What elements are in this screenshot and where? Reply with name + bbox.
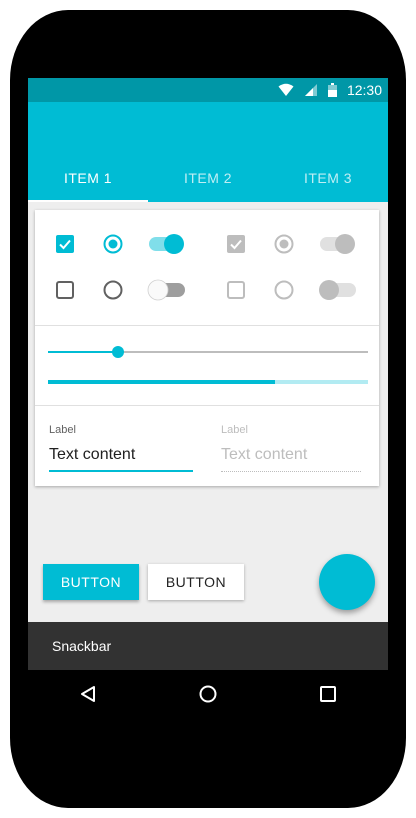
radio-checked[interactable] bbox=[103, 234, 123, 254]
card-divider bbox=[35, 405, 379, 406]
floating-action-button[interactable] bbox=[319, 554, 375, 610]
progress-bar bbox=[48, 380, 368, 384]
battery-icon bbox=[327, 83, 337, 97]
text-field-disabled-underline bbox=[221, 471, 361, 472]
progress-indicator bbox=[48, 380, 275, 384]
back-button[interactable] bbox=[64, 670, 112, 718]
controls-card: Label Text content Label Text content bbox=[35, 210, 379, 486]
home-icon bbox=[199, 685, 217, 703]
text-field-disabled: Text content bbox=[221, 446, 308, 463]
back-icon bbox=[81, 686, 95, 702]
status-bar: 12:30 bbox=[28, 78, 388, 102]
text-field-disabled-label: Label bbox=[221, 424, 248, 436]
home-button[interactable] bbox=[184, 670, 232, 718]
flat-button[interactable]: BUTTON bbox=[148, 564, 244, 600]
radio-checked-disabled bbox=[274, 234, 294, 254]
tab-item-2[interactable]: ITEM 2 bbox=[148, 154, 268, 202]
cell-signal-icon bbox=[304, 84, 317, 96]
card-divider bbox=[35, 325, 379, 326]
radio-unchecked[interactable] bbox=[103, 280, 123, 300]
raised-button[interactable]: BUTTON bbox=[43, 564, 139, 600]
status-time: 12:30 bbox=[346, 82, 382, 98]
text-field-label: Label bbox=[49, 424, 76, 436]
wifi-icon bbox=[278, 83, 294, 96]
tab-item-3[interactable]: ITEM 3 bbox=[268, 154, 388, 202]
text-field-underline bbox=[49, 470, 193, 472]
tab-item-1[interactable]: ITEM 1 bbox=[28, 154, 148, 202]
checkbox-checked[interactable] bbox=[56, 235, 74, 253]
radio-unchecked-disabled bbox=[274, 280, 294, 300]
text-field[interactable]: Text content bbox=[49, 446, 135, 464]
snackbar-text: Snackbar bbox=[52, 638, 112, 654]
slider-thumb[interactable] bbox=[112, 346, 124, 358]
checkbox-checked-disabled bbox=[227, 235, 245, 253]
slider[interactable] bbox=[48, 342, 368, 362]
tab-bar: ITEM 1 ITEM 2 ITEM 3 bbox=[28, 154, 388, 202]
navigation-bar bbox=[28, 670, 388, 718]
app-screen: 12:30 ITEM 1 ITEM 2 ITEM 3 Label Text co… bbox=[28, 78, 388, 670]
switch-off[interactable] bbox=[147, 279, 187, 301]
switch-on[interactable] bbox=[147, 233, 187, 255]
switch-on-disabled bbox=[320, 234, 355, 254]
checkbox-unchecked[interactable] bbox=[56, 281, 74, 299]
snackbar: Snackbar bbox=[28, 622, 388, 670]
switch-off-disabled bbox=[319, 280, 356, 300]
checkbox-unchecked-disabled bbox=[227, 281, 245, 299]
slider-track-active bbox=[48, 351, 118, 353]
recents-button[interactable] bbox=[304, 670, 352, 718]
recents-icon bbox=[320, 686, 336, 702]
